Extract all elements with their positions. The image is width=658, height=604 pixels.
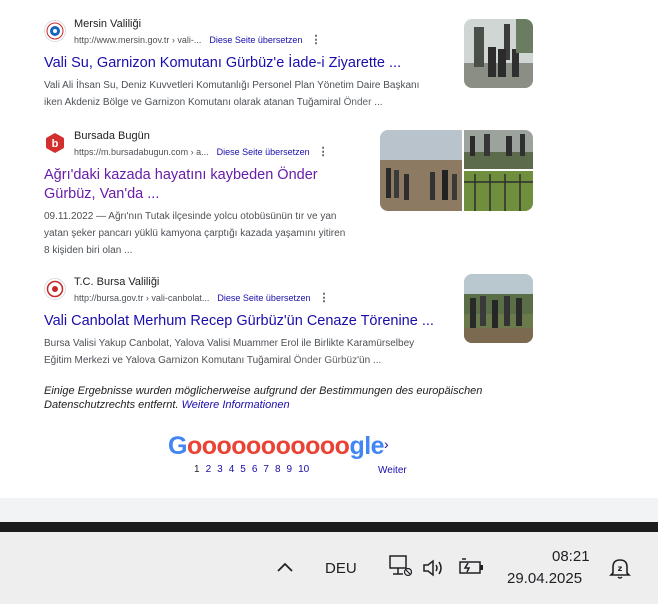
snippet-text: Eğitim Merkezi ve Yalova Garnizon Komuta… — [44, 355, 294, 366]
svg-text:z: z — [618, 564, 623, 573]
page-number[interactable]: 5 — [240, 464, 246, 475]
snippet-line: 09.11.2022 — Ağrı'nın Tutak ilçesinde yo… — [44, 211, 337, 222]
snippet-line: Eğitim Merkezi ve Yalova Garnizon Komuta… — [44, 352, 454, 369]
snippet-highlight: Önder — [343, 97, 372, 108]
result-site-name: T.C. Bursa Valiliği — [74, 276, 160, 288]
result-site-name: Mersin Valiliği — [74, 18, 142, 30]
more-options-icon[interactable]: ⋮ — [310, 33, 321, 46]
snippet-line: iken Akdeniz Bölge ve Garnizon Komutanı … — [44, 94, 444, 111]
result-snippet: 09.11.2022 — Ağrı'nın Tutak ilçesinde yo… — [44, 208, 374, 259]
result-source[interactable]: T.C. Bursa Valiliği http://bursa.gov.tr … — [44, 276, 454, 312]
result-snippet: Bursa Valisi Yakup Canbolat, Yalova Vali… — [44, 335, 454, 369]
result-title-line: Gürbüz, Van'da ... — [44, 186, 160, 202]
result-source[interactable]: b Bursada Bugün https://m.bursadabugun.c… — [44, 130, 374, 166]
notification-bell-icon[interactable]: z — [608, 556, 632, 584]
snippet-text: 'ün ... — [357, 355, 382, 366]
result-title[interactable]: Vali Su, Garnizon Komutanı Gürbüz'e İade… — [44, 54, 444, 73]
more-info-link[interactable]: Weitere Informationen — [182, 399, 290, 411]
logo-part: gle — [349, 432, 385, 460]
mersin-favicon-icon — [44, 20, 66, 42]
page-number[interactable]: 3 — [217, 464, 223, 475]
search-result: Mersin Valiliği http://www.mersin.gov.tr… — [44, 18, 444, 111]
page-number[interactable]: 9 — [287, 464, 293, 475]
snippet-highlight: Önder Gürbüz — [293, 355, 358, 366]
taskbar: DEU 08:21 29.04.2025 z — [0, 532, 658, 604]
result-snippet: Vali Ali İhsan Su, Deniz Kuvvetleri Komu… — [44, 77, 444, 111]
snippet-line: yatan şeker pancarı yüklü kamyona çarptı… — [44, 228, 346, 239]
page-numbers: 1 2 3 4 5 6 7 8 9 10 — [194, 464, 315, 475]
result-thumbnail[interactable] — [464, 274, 533, 343]
logo-part: ooooooooooo — [186, 432, 350, 460]
snippet-line: Bursa Valisi Yakup Canbolat, Yalova Vali… — [44, 338, 415, 349]
google-pagination-logo: Gooooooooooogle — [168, 432, 385, 461]
page-number-current: 1 — [194, 464, 200, 475]
result-url-row: http://bursa.gov.tr › vali-canbolat... D… — [74, 291, 329, 304]
result-url-row: https://m.bursadabugun.com › a... Diese … — [74, 145, 329, 158]
svg-text:b: b — [52, 138, 59, 150]
search-results-page: Mersin Valiliği http://www.mersin.gov.tr… — [0, 0, 658, 520]
page-number[interactable]: 7 — [263, 464, 269, 475]
language-indicator[interactable]: DEU — [325, 560, 357, 577]
result-url: https://m.bursadabugun.com › a... — [74, 146, 209, 157]
snippet-line: 8 kişiden biri olan ... — [44, 245, 133, 256]
page-number[interactable]: 2 — [206, 464, 212, 475]
battery-icon[interactable] — [458, 557, 486, 581]
bursa-valiligi-favicon-icon — [44, 278, 66, 300]
page-number[interactable]: 10 — [298, 464, 309, 475]
bursadabugun-favicon-icon: b — [44, 132, 66, 154]
more-options-icon[interactable]: ⋮ — [318, 145, 329, 158]
result-url: http://www.mersin.gov.tr › vali-... — [74, 34, 202, 45]
translate-link[interactable]: Diese Seite übersetzen — [209, 35, 302, 45]
page-number[interactable]: 6 — [252, 464, 258, 475]
snippet-text: ... — [371, 97, 383, 108]
result-title[interactable]: Vali Canbolat Merhum Recep Gürbüz'ün Cen… — [44, 312, 454, 331]
chevron-right-icon[interactable]: › — [384, 436, 389, 452]
chevron-up-icon[interactable] — [276, 558, 294, 577]
privacy-notice: Einige Ergebnisse wurden möglicherweise … — [44, 384, 544, 412]
page-number[interactable]: 8 — [275, 464, 281, 475]
more-options-icon[interactable]: ⋮ — [318, 291, 329, 304]
search-result: b Bursada Bugün https://m.bursadabugun.c… — [44, 130, 374, 259]
page-number[interactable]: 4 — [229, 464, 235, 475]
clock-date[interactable]: 29.04.2025 — [507, 570, 582, 587]
window-bottom-strip — [0, 498, 658, 522]
clock-time[interactable]: 08:21 — [552, 548, 590, 565]
result-url: http://bursa.gov.tr › vali-canbolat... — [74, 292, 210, 303]
logo-part: G — [168, 432, 187, 460]
snippet-text: iken Akdeniz Bölge ve Garnizon Komutanı … — [44, 97, 344, 108]
snippet-line: Vali Ali İhsan Su, Deniz Kuvvetleri Komu… — [44, 80, 420, 91]
result-source[interactable]: Mersin Valiliği http://www.mersin.gov.tr… — [44, 18, 444, 54]
translate-link[interactable]: Diese Seite übersetzen — [217, 147, 310, 157]
translate-link[interactable]: Diese Seite übersetzen — [217, 293, 310, 303]
search-result: T.C. Bursa Valiliği http://bursa.gov.tr … — [44, 276, 454, 369]
result-site-name: Bursada Bugün — [74, 130, 150, 142]
next-page-link[interactable]: Weiter — [378, 465, 407, 476]
window-border — [0, 522, 658, 532]
result-thumbnail[interactable] — [464, 19, 533, 88]
result-title[interactable]: Ağrı'daki kazada hayatını kaybeden Önder… — [44, 166, 374, 204]
network-icon[interactable] — [388, 554, 413, 582]
result-title-line: Ağrı'daki kazada hayatını kaybeden Önder — [44, 167, 318, 183]
result-url-row: http://www.mersin.gov.tr › vali-... Dies… — [74, 33, 321, 46]
result-thumbnail-collage[interactable] — [380, 130, 533, 211]
speaker-icon[interactable] — [422, 558, 446, 582]
